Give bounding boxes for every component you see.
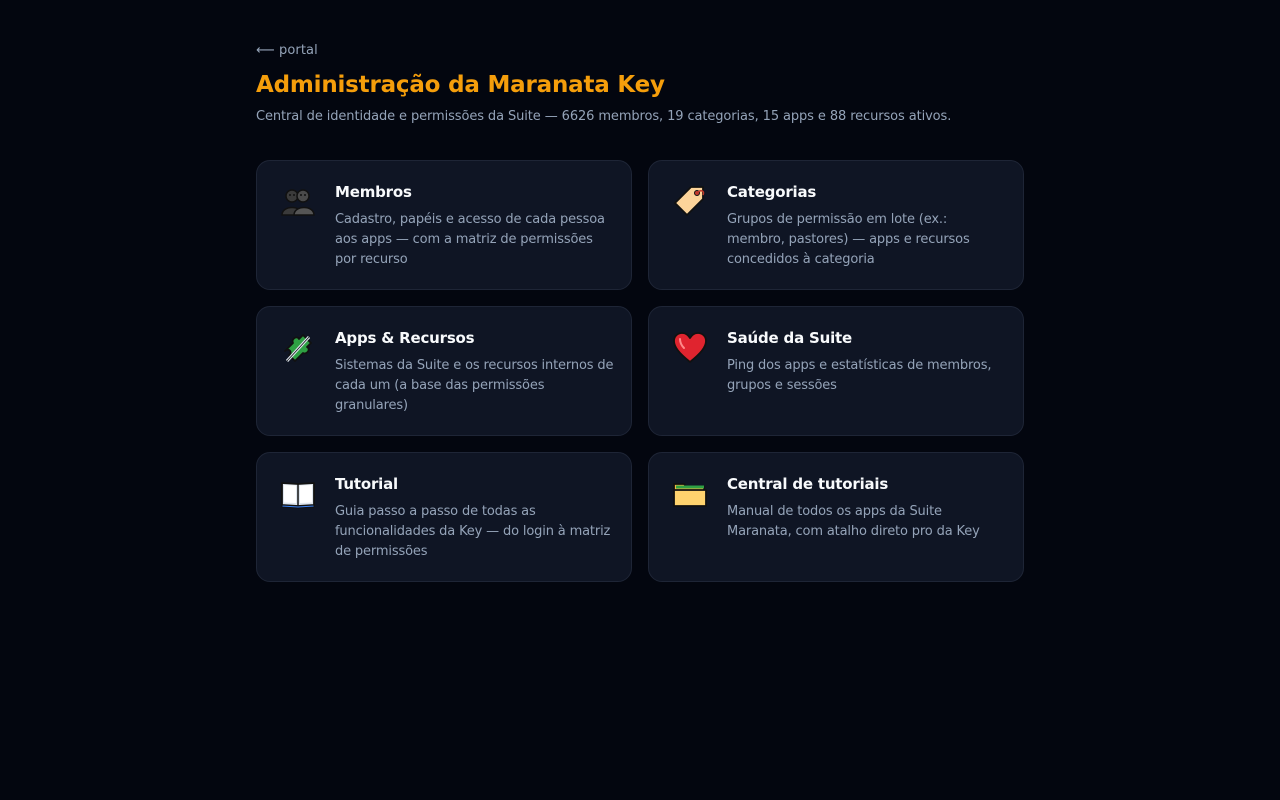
card-apps-recursos[interactable]: Apps & Recursos Sistemas da Suite e os r… [256,306,632,436]
card-description: Grupos de permissão em lote (ex.: membro… [727,212,970,267]
card-description: Ping dos apps e estatísticas de membros,… [727,358,992,393]
card-description: Guia passo a passo de todas as funcional… [335,504,611,559]
page-subtitle: Central de identidade e permissões da Su… [256,109,952,124]
people-icon [279,183,317,221]
card-membros[interactable]: Membros Cadastro, papéis e acesso de cad… [256,160,632,290]
card-title: Central de tutoriais [727,475,889,493]
card-central-tutoriais[interactable]: Central de tutoriais Manual de todos os … [648,452,1024,582]
card-title: Membros [335,183,412,201]
card-categorias[interactable]: Categorias Grupos de permissão em lote (… [648,160,1024,290]
heart-icon [671,329,709,367]
tag-icon [671,183,709,221]
admin-cards-grid: Membros Cadastro, papéis e acesso de cad… [256,160,1024,582]
card-title: Apps & Recursos [335,329,475,347]
card-description: Cadastro, papéis e acesso de cada pessoa… [335,212,605,267]
card-title: Tutorial [335,475,398,493]
card-saude-suite[interactable]: Saúde da Suite Ping dos apps e estatísti… [648,306,1024,436]
card-title: Saúde da Suite [727,329,852,347]
book-icon [279,475,317,513]
folder-icon [671,475,709,513]
puzzle-icon [279,329,317,367]
card-description: Sistemas da Suite e os recursos internos… [335,358,614,413]
back-to-portal-link[interactable]: ⟵ portal [256,43,318,58]
card-title: Categorias [727,183,817,201]
card-description: Manual de todos os apps da Suite Maranat… [727,504,980,539]
card-tutorial[interactable]: Tutorial Guia passo a passo de todas as … [256,452,632,582]
page-title: Administração da Maranata Key [256,72,665,98]
